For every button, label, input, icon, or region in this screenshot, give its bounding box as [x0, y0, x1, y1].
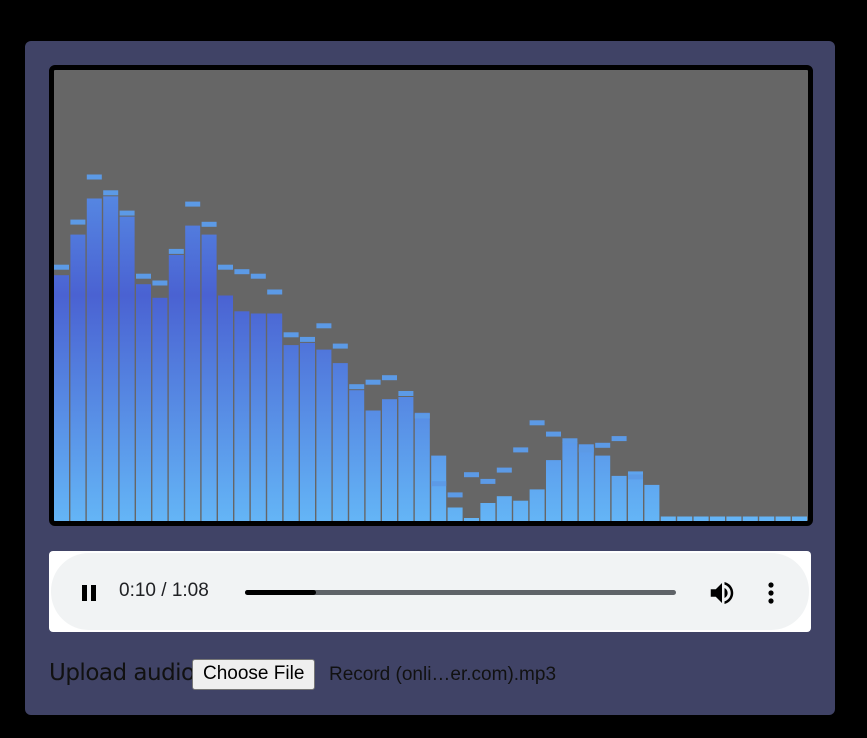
frequency-bar	[398, 397, 414, 521]
peak-cap	[136, 273, 151, 279]
peak-cap	[152, 280, 168, 286]
frequency-bar	[710, 516, 725, 521]
frequency-bar	[611, 475, 627, 521]
audio-controls: 0:10 / 1:08	[51, 553, 809, 630]
peak-cap	[496, 467, 512, 473]
peak-cap	[54, 264, 69, 270]
peak-cap	[332, 343, 348, 349]
more-options-button[interactable]	[763, 578, 779, 608]
frequency-bar	[119, 216, 135, 521]
peak-cap	[365, 379, 381, 385]
frequency-bar	[168, 254, 184, 521]
frequency-bar	[562, 442, 578, 521]
upload-label: Upload audio	[49, 660, 195, 686]
selected-file-name: Record (onli…er.com).mp3	[329, 664, 557, 685]
audio-player: 0:10 / 1:08	[49, 551, 811, 632]
peak-cap	[595, 442, 611, 448]
peak-cap	[218, 264, 233, 270]
frequency-bar	[250, 313, 266, 521]
frequency-bar	[726, 516, 742, 521]
peak-cap	[431, 481, 447, 487]
choose-file-button[interactable]: Choose File	[192, 659, 316, 690]
peak-cap	[168, 248, 184, 254]
peak-cap	[480, 478, 496, 484]
frequency-bar	[464, 518, 479, 521]
frequency-bar	[759, 516, 775, 521]
frequency-bar	[300, 342, 315, 521]
peak-cap	[447, 492, 463, 498]
peak-cap	[185, 201, 201, 207]
peak-cap	[70, 219, 86, 225]
frequency-bar	[185, 225, 201, 521]
peak-cap	[250, 273, 266, 279]
peak-cap	[201, 221, 217, 227]
frequency-bar	[234, 311, 250, 521]
frequency-bar	[136, 284, 151, 521]
frequency-bar	[414, 412, 430, 521]
frequency-bar	[218, 295, 233, 521]
frequency-bar	[546, 460, 561, 521]
peak-cap	[234, 269, 250, 275]
peak-cap	[546, 431, 561, 437]
frequency-bar	[677, 516, 693, 521]
peak-cap	[529, 420, 545, 426]
frequency-bar	[382, 399, 397, 521]
peak-cap	[611, 436, 627, 442]
peak-cap	[513, 447, 529, 453]
frequency-bar	[86, 198, 102, 521]
peak-cap	[628, 474, 643, 480]
frequency-bar	[54, 275, 69, 521]
frequency-bar	[496, 496, 512, 521]
frequency-bar	[152, 297, 168, 521]
frequency-visualizer	[49, 65, 813, 526]
more-vert-icon	[768, 582, 774, 604]
peak-cap	[119, 210, 135, 216]
frequency-bar	[775, 516, 791, 521]
frequency-bar	[316, 349, 332, 521]
frequency-bar	[431, 455, 447, 521]
peak-cap	[267, 289, 283, 295]
peak-cap	[382, 375, 397, 381]
peak-cap	[464, 472, 479, 478]
frequency-bar	[660, 516, 676, 521]
frequency-bar	[349, 390, 365, 521]
frequency-bar	[529, 489, 545, 521]
frequency-bar	[365, 410, 381, 521]
peak-cap	[578, 447, 594, 453]
pause-button[interactable]	[75, 579, 105, 605]
audio-visualizer-panel: 0:10 / 1:08 Upload audio Choose File Rec…	[25, 41, 835, 715]
frequency-bar	[480, 503, 496, 521]
progress-slider[interactable]	[245, 590, 676, 595]
frequency-bar	[644, 484, 660, 521]
mute-button[interactable]	[707, 578, 737, 608]
bars-group	[54, 196, 807, 521]
frequency-bar	[70, 234, 86, 521]
frequency-bar	[742, 516, 758, 521]
frequency-bar	[595, 455, 611, 521]
progress-fill	[245, 590, 317, 595]
peak-cap	[103, 190, 119, 196]
frequency-bar	[332, 363, 348, 521]
frequency-bar	[513, 500, 529, 521]
frequency-bar	[792, 516, 807, 521]
frequency-bar	[578, 444, 594, 521]
frequency-bar	[267, 313, 283, 521]
frequency-bar	[201, 234, 217, 521]
peak-cap	[349, 384, 365, 390]
frequency-bar	[103, 196, 119, 521]
peak-cap	[414, 413, 430, 419]
peak-cap	[86, 174, 102, 180]
frequency-bar	[447, 507, 463, 521]
peak-cap	[300, 336, 315, 342]
frequency-bar	[693, 516, 709, 521]
peak-cap	[283, 332, 299, 338]
time-display: 0:10 / 1:08	[119, 580, 209, 601]
frequency-bar	[283, 345, 299, 521]
peak-cap	[398, 391, 414, 396]
peak-cap	[316, 323, 332, 329]
volume-icon	[710, 582, 734, 604]
upload-row: Upload audio Choose File Record (onli…er…	[49, 658, 809, 692]
peak-cap	[562, 438, 578, 444]
frequency-bars-canvas	[54, 174, 807, 521]
